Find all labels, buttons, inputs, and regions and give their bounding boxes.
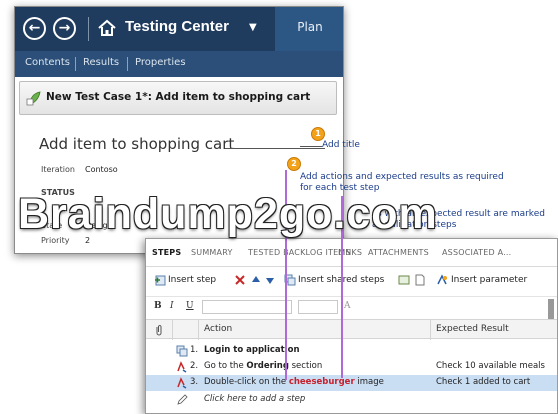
tab-tested-backlog-items[interactable]: TESTED BACKLOG ITEMS bbox=[248, 248, 351, 257]
shared-step-icon bbox=[176, 345, 188, 357]
insert-step-icon bbox=[155, 275, 166, 286]
callout-line bbox=[225, 148, 325, 149]
callout-connector bbox=[285, 170, 287, 380]
step-action[interactable]: Go to the Ordering section bbox=[204, 361, 322, 371]
delete-step-icon[interactable] bbox=[234, 274, 246, 286]
format-toolbar: B I U A bbox=[146, 296, 557, 316]
step-number: 3. bbox=[190, 377, 199, 387]
document-icon[interactable] bbox=[414, 274, 426, 286]
steps-toolbar: Insert step Insert shared steps Insert p… bbox=[146, 269, 557, 323]
move-up-icon[interactable] bbox=[250, 274, 262, 286]
column-header-action[interactable]: Action bbox=[204, 324, 232, 334]
chevron-down-icon[interactable]: ▼ bbox=[249, 18, 257, 38]
testing-center-window: ← → Testing Center ▼ Plan Contents Resul… bbox=[14, 6, 344, 254]
underline-button[interactable]: U bbox=[186, 301, 194, 311]
callout-badge-1: 1 bbox=[311, 127, 325, 141]
priority-label: Priority bbox=[41, 236, 70, 245]
table-row[interactable]: 3. Double-click on the cheeseburger imag… bbox=[146, 375, 557, 391]
italic-button[interactable]: I bbox=[170, 301, 174, 311]
iteration-value[interactable]: Contoso bbox=[85, 165, 118, 174]
subnav-results[interactable]: Results bbox=[83, 57, 119, 68]
home-icon[interactable] bbox=[97, 18, 117, 38]
font-family-select[interactable] bbox=[202, 300, 292, 314]
callout-text-add-title: Add title bbox=[322, 140, 360, 150]
tab-attachments[interactable]: ATTACHMENTS bbox=[368, 248, 429, 257]
iteration-label: Iteration bbox=[41, 165, 75, 174]
priority-value[interactable]: 2 bbox=[85, 236, 90, 245]
state-value[interactable]: Design bbox=[85, 221, 113, 230]
column-divider bbox=[198, 320, 199, 340]
edit-icon bbox=[177, 394, 188, 405]
tab-steps[interactable]: STEPS bbox=[152, 248, 181, 257]
attachment-icon bbox=[156, 325, 162, 336]
font-color-icon[interactable]: A bbox=[344, 301, 351, 311]
tab-summary[interactable]: SUMMARY bbox=[191, 248, 233, 257]
steps-panel: STEPS SUMMARY TESTED BACKLOG ITEMS LINKS… bbox=[145, 238, 558, 414]
callout-text-partial1: cs with an expected result are marked bbox=[372, 209, 545, 219]
step-number: 1. bbox=[190, 345, 199, 355]
forward-button[interactable]: → bbox=[53, 17, 76, 40]
test-case-header: New Test Case 1*: Add item to shopping c… bbox=[19, 81, 337, 115]
add-step-row[interactable]: Click here to add a step bbox=[146, 392, 557, 408]
steps-grid-header: Action Expected Result bbox=[146, 319, 557, 340]
subnav-properties[interactable]: Properties bbox=[135, 57, 186, 68]
subnav-contents[interactable]: Contents bbox=[25, 57, 70, 68]
step-action[interactable]: Double-click on the cheeseburger image bbox=[204, 377, 384, 387]
validation-step-icon bbox=[177, 377, 187, 389]
title-field[interactable]: Add item to shopping cart bbox=[39, 135, 234, 153]
step-expected-result[interactable]: Check 10 available meals bbox=[436, 361, 545, 371]
callout-connector bbox=[341, 196, 343, 378]
nav-divider bbox=[88, 17, 89, 41]
column-header-expected-result[interactable]: Expected Result bbox=[436, 324, 509, 334]
add-step-placeholder[interactable]: Click here to add a step bbox=[204, 394, 305, 404]
state-label: State bbox=[41, 221, 63, 230]
column-divider bbox=[430, 320, 431, 340]
tab-plan[interactable]: Plan bbox=[275, 7, 343, 51]
font-size-select[interactable] bbox=[298, 300, 338, 314]
status-heading: STATUS bbox=[41, 188, 75, 197]
create-shared-steps-icon[interactable] bbox=[398, 274, 410, 286]
back-button[interactable]: ← bbox=[23, 17, 46, 40]
subnav-divider bbox=[127, 57, 128, 71]
sub-navigation: Contents Results Properties bbox=[15, 51, 343, 77]
insert-step-button[interactable]: Insert step bbox=[168, 275, 216, 285]
move-down-icon[interactable] bbox=[264, 274, 276, 286]
step-number: 2. bbox=[190, 361, 199, 371]
test-case-icon bbox=[26, 91, 41, 106]
step-expected-result[interactable]: Check 1 added to cart bbox=[436, 377, 530, 387]
callout-badge-2: 2 bbox=[287, 157, 301, 171]
callout-text-line1: Add actions and expected results as requ… bbox=[300, 172, 504, 182]
test-case-title: New Test Case 1*: Add item to shopping c… bbox=[46, 91, 311, 103]
table-row[interactable]: 2. Go to the Ordering section Check 10 a… bbox=[146, 359, 557, 375]
app-topbar: ← → Testing Center ▼ Plan bbox=[15, 7, 343, 51]
tab-bar: STEPS SUMMARY TESTED BACKLOG ITEMS LINKS… bbox=[146, 239, 557, 267]
subnav-divider bbox=[75, 57, 76, 71]
insert-parameter-button[interactable]: Insert parameter bbox=[451, 275, 527, 285]
callout-text-partial2: as validation steps bbox=[372, 220, 457, 230]
callout-line bbox=[300, 146, 322, 147]
column-divider bbox=[172, 320, 173, 340]
parameter-icon bbox=[437, 274, 447, 285]
bold-button[interactable]: B bbox=[154, 301, 162, 311]
validation-step-icon bbox=[177, 361, 187, 373]
table-row[interactable]: 1. Login to application bbox=[146, 343, 557, 359]
callout-text-line2: for each test step bbox=[300, 183, 380, 193]
app-title[interactable]: Testing Center bbox=[125, 18, 229, 35]
tab-associated[interactable]: ASSOCIATED A... bbox=[442, 248, 511, 257]
